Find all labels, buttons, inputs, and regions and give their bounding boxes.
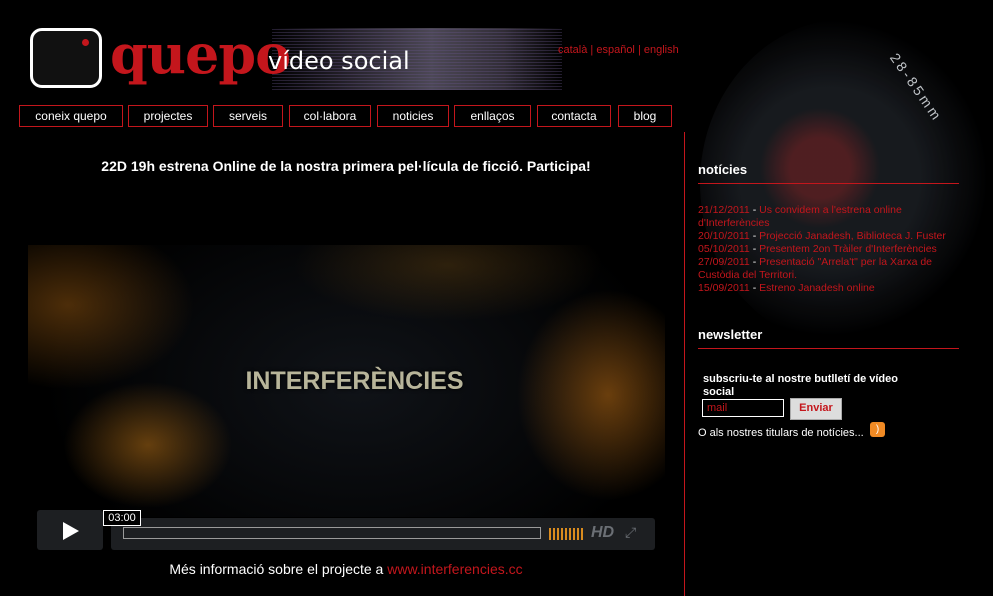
- nav-item-contacta[interactable]: contacta: [537, 105, 611, 127]
- news-separator: -: [749, 204, 760, 216]
- news-list: 21/12/2011 - Us convidem a l'estrena onl…: [698, 204, 960, 295]
- fullscreen-icon[interactable]: ⤢: [625, 524, 636, 541]
- video-title: INTERFERÈNCIES: [245, 367, 464, 395]
- nav-item-noticies[interactable]: noticies: [377, 105, 449, 127]
- more-info-prefix: Més informació sobre el projecte a: [169, 561, 388, 577]
- news-item[interactable]: 05/10/2011 - Presentem 2on Tràiler d'Int…: [698, 243, 960, 256]
- news-item[interactable]: 15/09/2011 - Estreno Janadesh online: [698, 282, 960, 295]
- nav-item-coneix-quepo[interactable]: coneix quepo: [19, 105, 123, 127]
- play-button[interactable]: [37, 510, 103, 550]
- lang-separator: |: [637, 44, 641, 56]
- rss-text[interactable]: O als nostres titulars de notícies...: [698, 427, 864, 439]
- lang-espanol-link[interactable]: español: [596, 44, 635, 56]
- news-item[interactable]: 27/09/2011 - Presentació "Arrela't" per …: [698, 256, 960, 282]
- volume-icon[interactable]: [549, 528, 585, 540]
- news-title[interactable]: Estreno Janadesh online: [759, 282, 875, 294]
- more-info-text: Més informació sobre el projecte a www.i…: [28, 561, 664, 577]
- nav-item-projectes[interactable]: projectes: [128, 105, 208, 127]
- nav-item-col-labora[interactable]: col·labora: [289, 105, 371, 127]
- news-item[interactable]: 20/10/2011 - Projecció Janadesh, Bibliot…: [698, 230, 960, 243]
- news-separator: -: [749, 230, 760, 242]
- news-date: 05/10/2011: [698, 243, 750, 255]
- nav-item-blog[interactable]: blog: [618, 105, 672, 127]
- news-separator: -: [749, 282, 760, 294]
- news-date: 15/09/2011: [698, 282, 750, 294]
- news-separator: -: [749, 243, 760, 255]
- news-title[interactable]: Presentem 2on Tràiler d'Interferències: [759, 243, 937, 255]
- news-date: 27/09/2011: [698, 256, 750, 268]
- news-heading: notícies: [698, 162, 959, 184]
- news-date: 21/12/2011: [698, 204, 750, 216]
- logo-text: quepo: [110, 22, 291, 86]
- news-title[interactable]: Projecció Janadesh, Biblioteca J. Fuster: [759, 230, 946, 242]
- logo[interactable]: quepo vídeo social: [22, 22, 562, 94]
- nav-item-serveis[interactable]: serveis: [213, 105, 283, 127]
- newsletter-heading: newsletter: [698, 327, 959, 349]
- headline[interactable]: 22D 19h estrena Online de la nostra prim…: [28, 158, 664, 174]
- nav-item-enllacos[interactable]: enllaços: [454, 105, 531, 127]
- duration-tooltip: 03:00: [103, 510, 141, 526]
- control-bar: HD ⤢: [111, 518, 655, 550]
- lang-english-link[interactable]: english: [644, 44, 679, 56]
- lang-separator: |: [590, 44, 594, 56]
- newsletter-label: subscriu-te al nostre butlletí de vídeo …: [703, 373, 898, 398]
- logo-subtitle: vídeo social: [268, 47, 410, 75]
- news-item[interactable]: 21/12/2011 - Us convidem a l'estrena onl…: [698, 204, 960, 230]
- hd-button[interactable]: HD: [591, 524, 614, 542]
- more-info-link[interactable]: www.interferencies.cc: [387, 561, 522, 577]
- rss-icon[interactable]: ): [870, 422, 885, 437]
- language-selector: català | español | english: [558, 44, 679, 56]
- send-button[interactable]: Enviar: [790, 398, 842, 420]
- column-divider: [684, 132, 685, 596]
- email-field[interactable]: [702, 399, 784, 417]
- lang-catala-link[interactable]: català: [558, 44, 587, 56]
- news-date: 20/10/2011: [698, 230, 750, 242]
- news-separator: -: [749, 256, 760, 268]
- video-player[interactable]: INTERFERÈNCIES: [28, 245, 665, 517]
- tv-icon: [30, 28, 102, 88]
- progress-bar[interactable]: [123, 527, 541, 539]
